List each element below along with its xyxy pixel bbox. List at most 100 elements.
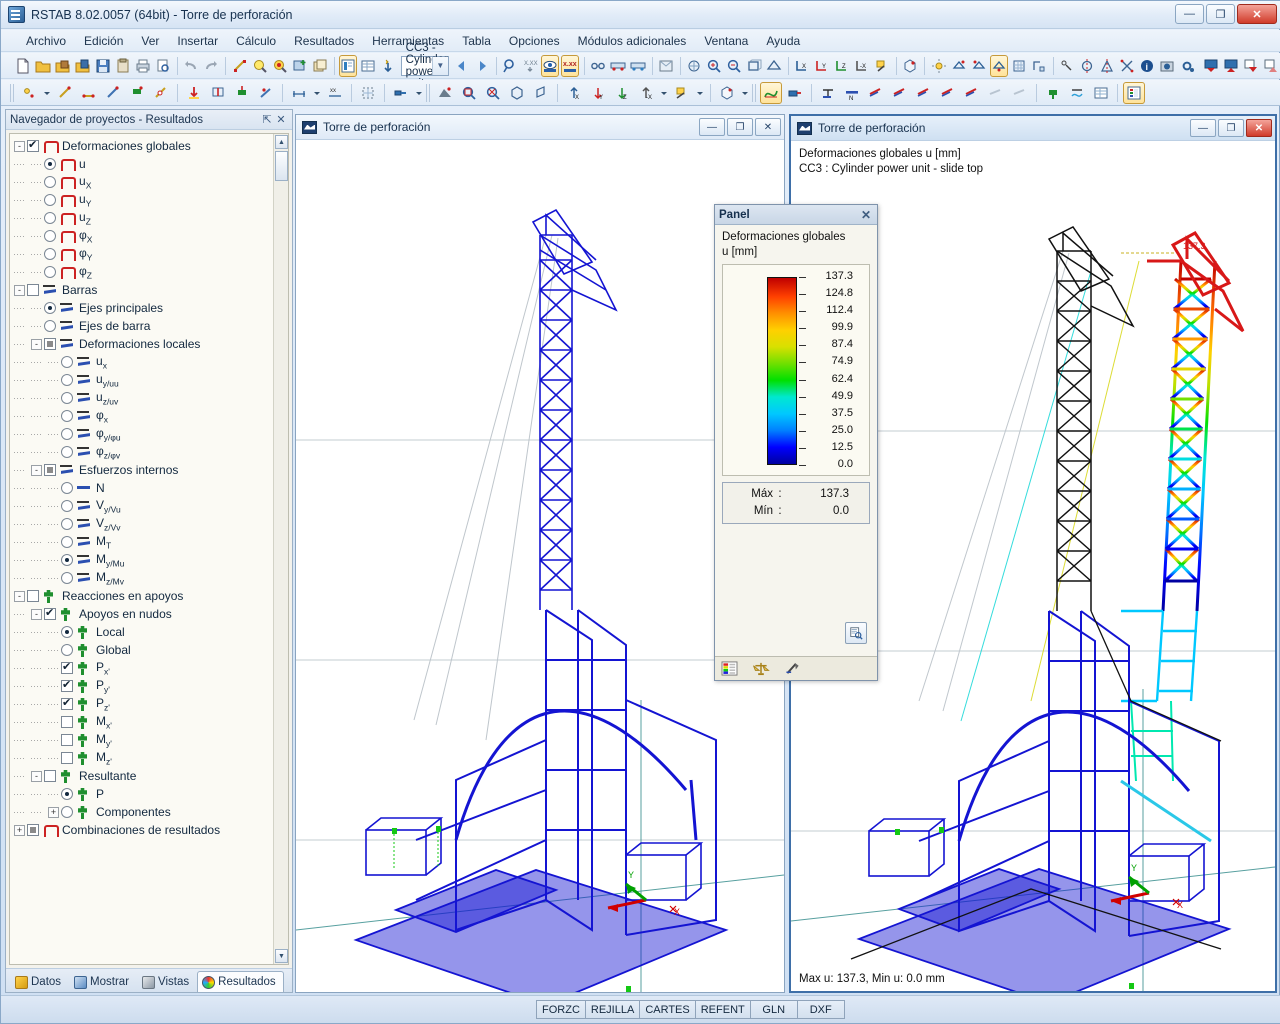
show-values-icon[interactable]: x.xx	[561, 55, 579, 77]
color-legend[interactable]: 137.3124.8112.499.987.474.962.449.937.52…	[722, 264, 870, 476]
tree-item-pz[interactable]: Pz'	[14, 695, 272, 713]
pin-icon[interactable]: ⇱	[260, 113, 274, 126]
tree-checkbox[interactable]	[44, 770, 56, 782]
tree-item-my-mu[interactable]: My/Mu	[14, 551, 272, 569]
new-hinge-icon[interactable]	[150, 82, 172, 104]
tree-checkbox[interactable]	[27, 824, 39, 836]
collapse-icon[interactable]: -	[31, 771, 42, 782]
zoom-node-icon[interactable]	[251, 55, 269, 77]
chevron-down-icon[interactable]: ▼	[432, 57, 448, 75]
tree-radio[interactable]	[61, 410, 73, 422]
maximize-button[interactable]: ❐	[1206, 4, 1235, 24]
tree-radio[interactable]	[61, 518, 73, 530]
tree-radio[interactable]	[61, 428, 73, 440]
tree-checkbox[interactable]	[61, 662, 73, 674]
tree-item-combinaciones-de-resultados[interactable]: +Combinaciones de resultados	[14, 821, 272, 839]
tree-item-mx[interactable]: Mx'	[14, 713, 272, 731]
menu-item-opciones[interactable]: Opciones	[500, 31, 569, 51]
tree-radio[interactable]	[61, 536, 73, 548]
tree-item-ejes-principales[interactable]: Ejes principales	[14, 299, 272, 317]
tree-checkbox[interactable]	[44, 338, 56, 350]
save-as-icon[interactable]	[74, 55, 92, 77]
tree-item-py[interactable]: Py'	[14, 677, 272, 695]
tree-radio[interactable]	[44, 248, 56, 260]
close-icon[interactable]: ✕	[859, 208, 873, 222]
undo-icon[interactable]	[182, 55, 200, 77]
model-window-left[interactable]: Torre de perforación — ❐ ✕	[295, 114, 785, 993]
tree-item-vy-vu[interactable]: Vy/Vu	[14, 497, 272, 515]
tree-radio[interactable]	[44, 194, 56, 206]
tree-item-barras[interactable]: -Barras	[14, 281, 272, 299]
render-icon[interactable]	[657, 55, 675, 77]
zoom-in-icon[interactable]	[705, 55, 723, 77]
tree-radio[interactable]	[44, 212, 56, 224]
toolbar-grip[interactable]	[752, 84, 756, 102]
tree-item-reacciones-en-apoyos[interactable]: -Reacciones en apoyos	[14, 587, 272, 605]
zoom-out2-icon[interactable]	[482, 82, 504, 104]
import-xls-icon[interactable]	[1222, 55, 1240, 77]
tree-checkbox[interactable]	[27, 590, 39, 602]
camera-icon[interactable]	[1158, 55, 1176, 77]
zoom-region-icon[interactable]	[458, 82, 480, 104]
collapse-icon[interactable]: -	[31, 339, 42, 350]
xx-label-icon[interactable]: xx	[324, 82, 346, 104]
menu-item-calculo[interactable]: Cálculo	[227, 31, 285, 51]
menu-item-ver[interactable]: Ver	[132, 31, 168, 51]
tree-radio[interactable]	[61, 644, 73, 656]
factors-icon[interactable]	[751, 660, 771, 678]
tree-checkbox[interactable]	[44, 464, 56, 476]
zoom-circle-icon[interactable]	[271, 55, 289, 77]
new-line-icon[interactable]	[54, 82, 76, 104]
support-load-icon[interactable]	[231, 82, 253, 104]
support-reactions2-icon[interactable]	[1042, 82, 1064, 104]
tree-item-global[interactable]: Global	[14, 641, 272, 659]
grid-icon[interactable]	[357, 82, 379, 104]
status-toggle-cartes[interactable]: CARTES	[639, 1000, 695, 1019]
rotate-model-icon[interactable]	[970, 55, 988, 77]
tree-item-mz-mv[interactable]: Mz/Mv	[14, 569, 272, 587]
edit-section-icon[interactable]	[231, 55, 249, 77]
toolbar-grip[interactable]	[10, 84, 14, 102]
shade-icon[interactable]	[671, 82, 693, 104]
chevron-down-icon[interactable]	[414, 82, 424, 104]
tree-radio[interactable]	[61, 806, 73, 818]
sun-icon[interactable]	[930, 55, 948, 77]
view-negx-icon[interactable]: -X	[853, 55, 871, 77]
tree-checkbox[interactable]	[44, 608, 56, 620]
status-toggle-dxf[interactable]: DXF	[797, 1000, 845, 1019]
table-grid-icon[interactable]	[359, 55, 377, 77]
tree-item-mz[interactable]: Mz'	[14, 749, 272, 767]
minimize-button[interactable]: —	[1175, 4, 1204, 24]
new-support-icon[interactable]	[126, 82, 148, 104]
tree-item-componentes[interactable]: +Componentes	[14, 803, 272, 821]
filter-icon[interactable]	[783, 660, 803, 678]
nav-tab-mostrar[interactable]: Mostrar	[69, 971, 137, 992]
collapse-icon[interactable]: -	[14, 285, 25, 296]
dimension-icon[interactable]	[288, 82, 310, 104]
tree-radio[interactable]	[44, 230, 56, 242]
axis-y-icon[interactable]: Y	[587, 82, 609, 104]
force-Vz-icon[interactable]	[889, 82, 911, 104]
copy-window-icon[interactable]	[311, 55, 329, 77]
status-toggle-refent[interactable]: REFENT	[695, 1000, 751, 1019]
results-panel[interactable]: Panel ✕ Deformaciones globales u [mm] 13…	[714, 204, 878, 681]
tree-radio[interactable]	[61, 788, 73, 800]
moment-Mz-icon[interactable]	[961, 82, 983, 104]
tree-item-y[interactable]: φY	[14, 245, 272, 263]
expand-icon[interactable]: +	[48, 807, 59, 818]
tree-radio[interactable]	[44, 266, 56, 278]
chevron-down-icon[interactable]	[659, 82, 669, 104]
tree-checkbox[interactable]	[27, 284, 39, 296]
print-preview-icon[interactable]	[154, 55, 172, 77]
box-zoom-icon[interactable]	[745, 55, 763, 77]
collapse-icon[interactable]: -	[14, 591, 25, 602]
tree-radio[interactable]	[61, 392, 73, 404]
axis-negx-icon[interactable]: -X	[635, 82, 657, 104]
expand-icon[interactable]: +	[14, 825, 25, 836]
close-button[interactable]: ✕	[1246, 119, 1272, 137]
results-tree[interactable]: -Deformaciones globalesuuXuYuZφXφYφZ-Bar…	[10, 134, 272, 964]
status-toggle-gln[interactable]: GLN	[750, 1000, 798, 1019]
maximize-button[interactable]: ❐	[727, 118, 753, 136]
print-icon[interactable]	[134, 55, 152, 77]
chevron-down-icon[interactable]	[42, 82, 52, 104]
